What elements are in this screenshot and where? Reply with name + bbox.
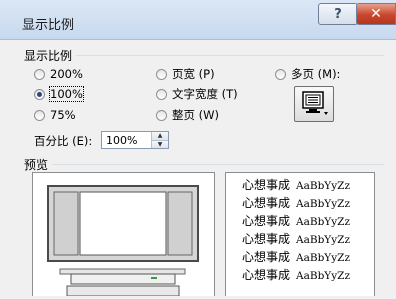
spin-down-icon[interactable]: ▼: [152, 139, 168, 148]
radio-button[interactable]: [34, 68, 45, 80]
preview-group-label: 预览: [24, 156, 53, 173]
radio-button[interactable]: [156, 109, 167, 121]
radio-page-width-label: 页宽 (P): [172, 67, 215, 81]
sample-text-line: 心想事成 AaBbYyZz: [242, 196, 350, 210]
radio-many-pages-label: 多页 (M):: [291, 67, 341, 81]
sample-text-line: 心想事成 AaBbYyZz: [242, 250, 350, 264]
sample-text-line: 心想事成 AaBbYyZz: [242, 232, 350, 246]
radio-button[interactable]: [34, 109, 45, 121]
sample-text-line: 心想事成 AaBbYyZz: [242, 268, 350, 282]
help-button[interactable]: ?: [318, 3, 358, 25]
percent-spin[interactable]: ▲ ▼: [151, 132, 168, 148]
radio-zoom-100[interactable]: 100%: [34, 86, 84, 102]
radio-button[interactable]: [275, 68, 286, 80]
radio-button[interactable]: [156, 68, 167, 80]
percent-input[interactable]: 100%: [102, 134, 151, 147]
radio-page-width[interactable]: 页宽 (P): [156, 66, 215, 82]
radio-text-width[interactable]: 文字宽度 (T): [156, 86, 238, 102]
radio-zoom-100-label: 100%: [49, 86, 84, 102]
text-sample-preview: 心想事成 AaBbYyZz 心想事成 AaBbYyZz 心想事成 AaBbYyZz 心…: [225, 172, 375, 296]
zoom-group-label: 显示比例: [24, 47, 77, 64]
radio-zoom-200-label: 200%: [50, 67, 83, 81]
close-button[interactable]: ✕: [356, 3, 396, 25]
radio-many-pages[interactable]: 多页 (M):: [275, 66, 340, 82]
radio-button[interactable]: [156, 88, 167, 100]
window-title: 显示比例: [22, 18, 75, 33]
percent-label: 百分比 (E):: [34, 134, 93, 148]
radio-whole-page-label: 整页 (W): [172, 108, 219, 122]
zoom-group-divider: [24, 55, 384, 56]
radio-zoom-75[interactable]: 75%: [34, 107, 76, 123]
radio-whole-page[interactable]: 整页 (W): [156, 107, 219, 123]
title-bar[interactable]: 显示比例 ? ✕: [0, 0, 396, 40]
radio-button-selected[interactable]: [34, 88, 45, 100]
radio-text-width-label: 文字宽度 (T): [172, 87, 238, 101]
preview-group-divider: [24, 164, 384, 165]
help-icon: ?: [334, 6, 342, 22]
monitor-pages-icon: [302, 91, 328, 115]
radio-zoom-75-label: 75%: [50, 108, 76, 122]
radio-zoom-200[interactable]: 200%: [34, 66, 83, 82]
sample-text-line: 心想事成 AaBbYyZz: [242, 214, 350, 228]
percent-stepper[interactable]: 100% ▲ ▼: [101, 131, 169, 149]
monitor-preview-icon: [47, 185, 199, 297]
sample-text-line: 心想事成 AaBbYyZz: [242, 178, 350, 192]
many-pages-button[interactable]: [294, 86, 334, 122]
close-icon: ✕: [370, 6, 382, 22]
page-preview: [32, 172, 215, 297]
spin-up-icon[interactable]: ▲: [152, 132, 168, 140]
